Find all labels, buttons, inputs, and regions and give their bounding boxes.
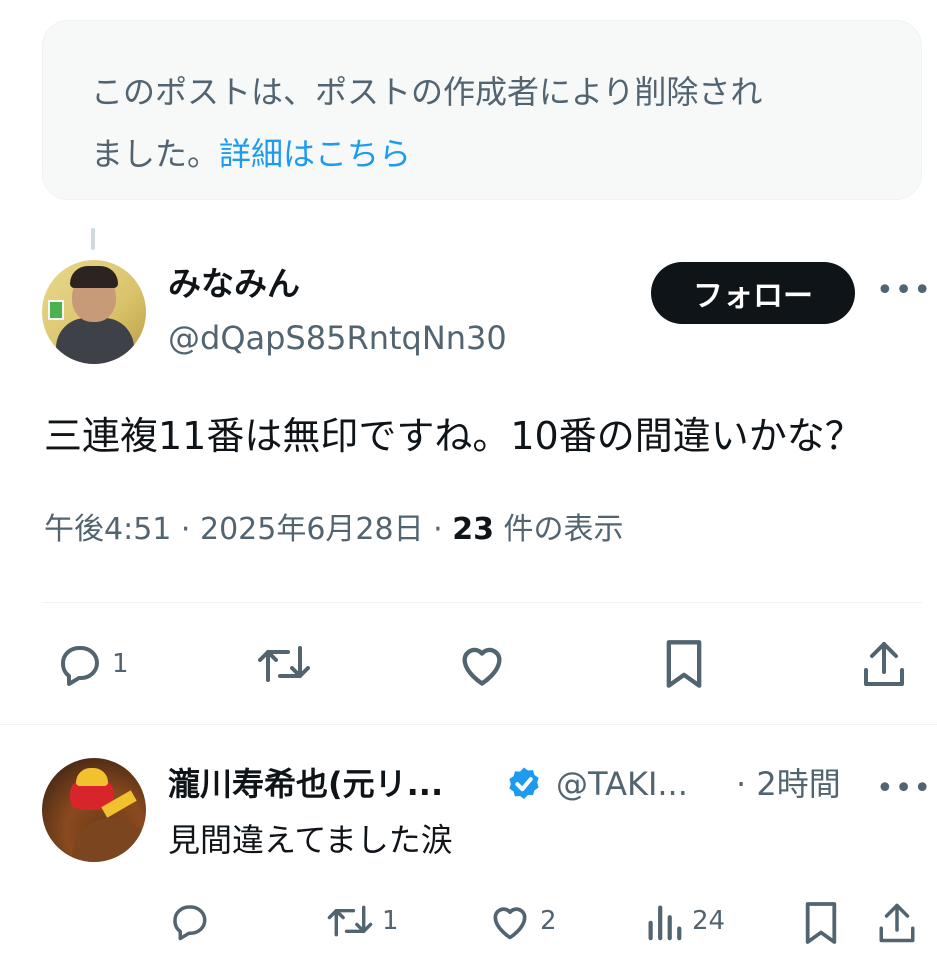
details-link[interactable]: 詳細はこちら [219,135,411,173]
reply-like-count: 2 [540,906,557,936]
views-label[interactable]: 件の表示 [494,512,623,547]
reply-time[interactable]: · 2時間 [736,762,841,806]
author-avatar[interactable] [42,260,146,364]
retweet-icon [327,905,373,937]
tweet-meta: 午後4:51 · 2025年6月28日 · 23 件の表示 [44,508,624,552]
reply-like-button[interactable]: 2 [488,900,557,942]
divider [42,602,922,603]
author-name[interactable]: みなみん [168,262,300,306]
views-count[interactable]: 23 [452,512,494,547]
more-icon[interactable]: ••• [876,276,932,306]
reply-views-count: 24 [692,906,726,936]
divider [0,724,937,725]
reply-icon [173,905,207,941]
reply-button[interactable]: 1 [54,640,129,688]
deleted-notice-text: ました。 [91,135,220,173]
reply-count: 1 [112,649,129,679]
reply-bookmark-button[interactable] [802,900,840,946]
thread-connector [91,228,95,250]
share-icon [879,903,915,943]
verified-badge-icon [509,767,539,799]
reply-author-avatar[interactable] [42,758,146,862]
reply-retweet-count: 1 [382,906,399,936]
deleted-notice-line1: このポストは、ポストの作成者により削除され [91,73,763,111]
share-button[interactable] [860,638,908,690]
meta-separator: · [423,512,453,547]
tweet-time[interactable]: 午後4:51 [44,512,171,547]
like-icon [493,907,527,940]
tweet-text: 三連複11番は無印ですね。10番の間違いかな？ [44,414,863,458]
views-icon [648,905,682,941]
tweet-date[interactable]: 2025年6月28日 [200,512,424,547]
bookmark-button[interactable] [662,638,706,690]
more-icon[interactable]: ••• [876,774,932,804]
meta-separator: · [171,512,200,547]
retweet-button[interactable] [256,640,312,688]
reply-reply-button[interactable] [168,900,210,942]
deleted-notice-line2: ました。詳細はこちら [91,123,873,185]
reply-text: 見間違えてました涙 [168,821,453,859]
reply-retweet-button[interactable]: 1 [326,900,399,942]
reply-author-name[interactable]: 瀧川寿希也(元リ... [168,762,443,806]
deleted-post-notice: このポストは、ポストの作成者により削除され ました。詳細はこちら [42,20,922,200]
reply-share-button[interactable] [876,900,918,946]
retweet-icon [258,646,310,682]
author-handle[interactable]: @dQapS85RntqNn30 [168,316,507,360]
like-icon [462,647,502,686]
like-button[interactable] [456,640,508,688]
follow-button[interactable]: フォロー [651,262,855,324]
bookmark-icon [666,640,702,688]
reply-views-button[interactable]: 24 [644,900,725,942]
bookmark-icon [805,902,837,944]
reply-author-handle[interactable]: @TAKI... [556,762,688,806]
share-icon [864,642,904,686]
reply-icon [61,646,99,686]
